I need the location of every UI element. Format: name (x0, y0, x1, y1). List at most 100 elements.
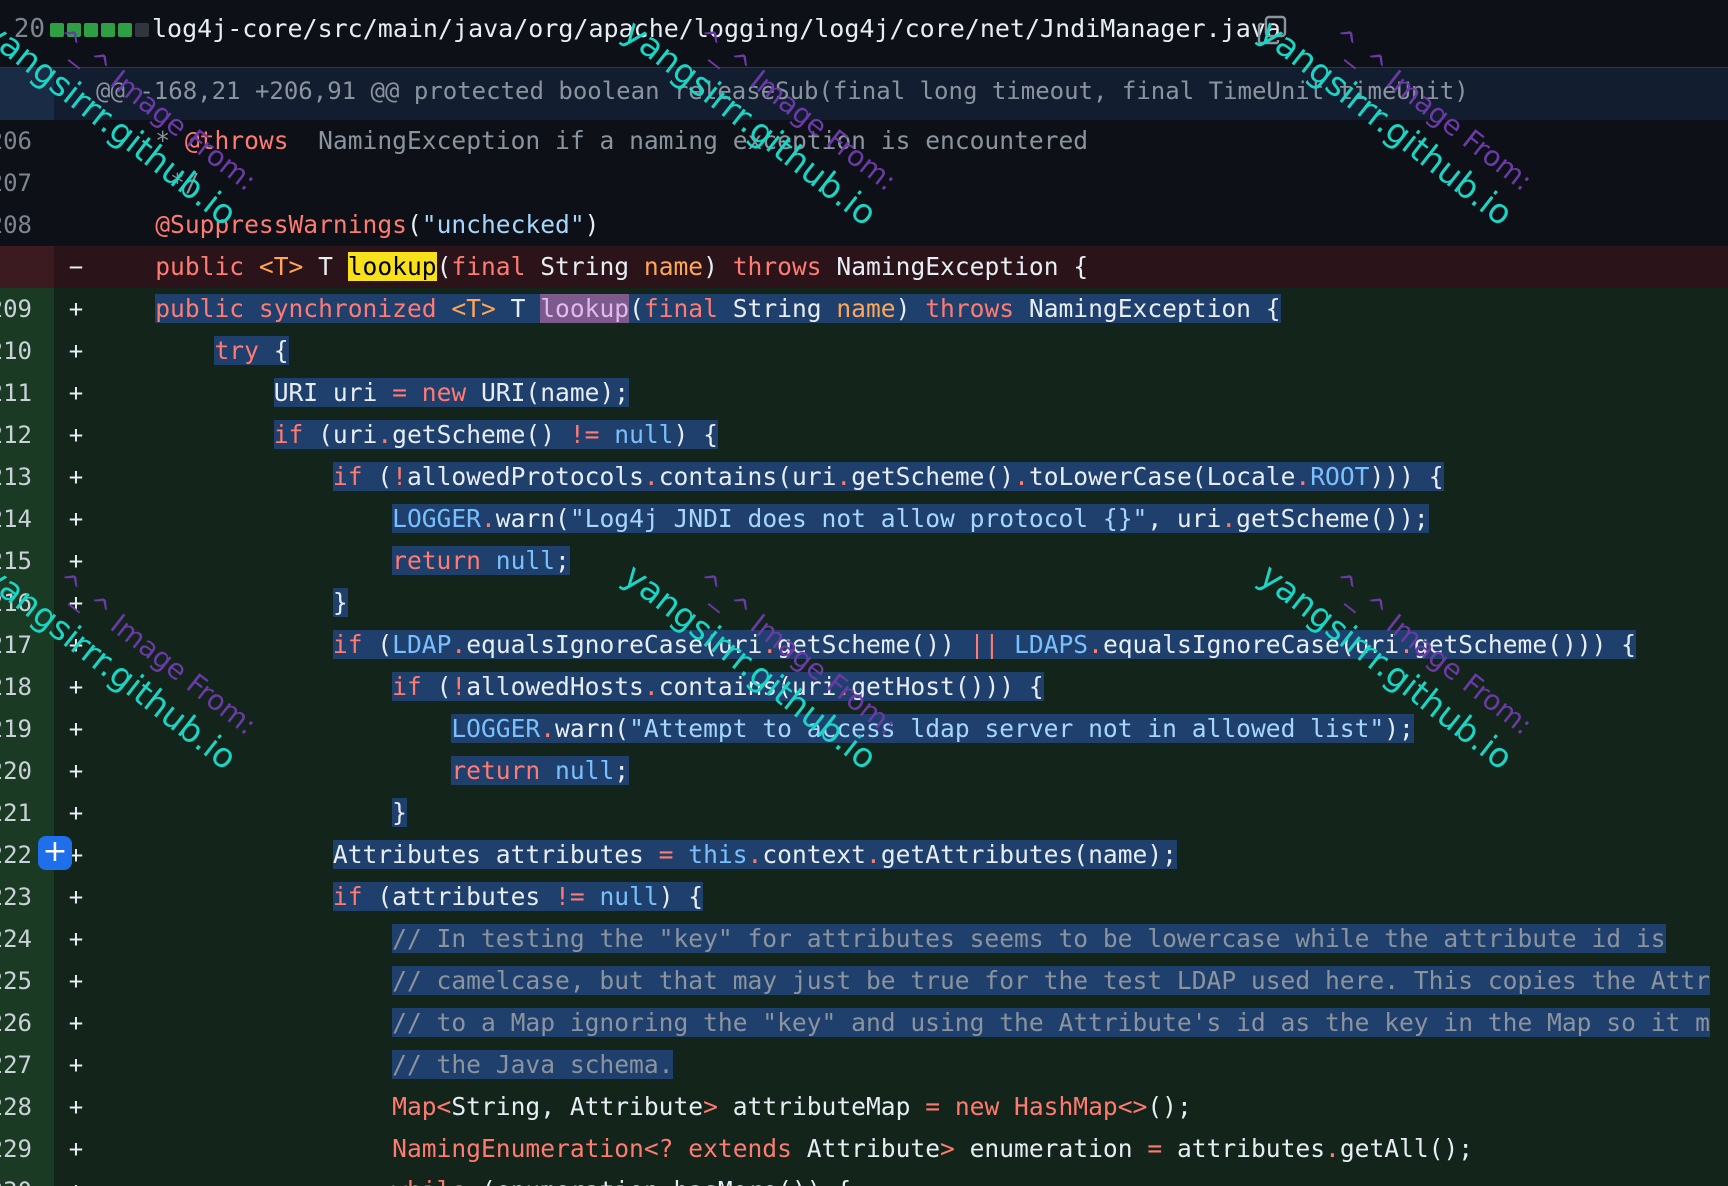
code-token: null (495, 546, 556, 575)
code-token: ); (1384, 714, 1414, 743)
line-number[interactable]: 227 (0, 1044, 54, 1086)
diff-line[interactable]: 230 + while (enumeration.hasMore()) { (0, 1170, 1728, 1186)
diff-line[interactable]: 229 + NamingEnumeration<? extends Attribu… (0, 1128, 1728, 1170)
copy-icon[interactable] (1256, 14, 1288, 46)
code-line: public synchronized <T> T lookup(final S… (96, 288, 1728, 330)
code-content: // the Java schema. (392, 1050, 674, 1079)
diff-line[interactable]: 213+ if (!allowedProtocols.contains(uri.… (0, 456, 1728, 498)
diff-line[interactable]: 219 + LOGGER.warn("Attempt to access ldap… (0, 708, 1728, 750)
line-number[interactable]: 219 (0, 708, 54, 750)
diff-line[interactable]: − public <T> T lookup(final String name)… (0, 246, 1728, 288)
line-number[interactable]: 209 (0, 288, 54, 330)
line-number[interactable]: 212 (0, 414, 54, 456)
diff-line[interactable]: 221 + } (0, 792, 1728, 834)
line-number[interactable] (0, 246, 54, 288)
code-content: if (attributes != null) { (332, 882, 704, 911)
code-token: Attributes attributes (332, 840, 659, 869)
code-line: LOGGER.warn("Log4j JNDI does not allow p… (96, 498, 1728, 540)
diff-line[interactable]: 228 + Map<String, Attribute> attributeMap… (0, 1086, 1728, 1128)
code-token: . (643, 672, 659, 701)
code-line: @SuppressWarnings("unchecked") (96, 204, 1728, 246)
code-token: warn( (495, 504, 570, 533)
line-number[interactable]: 230 (0, 1170, 54, 1186)
hunk-header[interactable]: @@ -168,21 +206,91 @@ protected boolean … (0, 68, 1728, 120)
diff-line[interactable]: 210 + try { (0, 330, 1728, 372)
line-number[interactable]: 214 (0, 498, 54, 540)
code-token: warn( (555, 714, 630, 743)
diff-line[interactable]: 207 */ (0, 162, 1728, 204)
line-number[interactable]: 206 (0, 120, 54, 162)
line-number[interactable]: 220 (0, 750, 54, 792)
code-token: ! (451, 672, 467, 701)
line-number[interactable]: 228 (0, 1086, 54, 1128)
diff-line[interactable]: 216 + } (0, 582, 1728, 624)
diff-line[interactable]: 226 + // to a Map ignoring the "key" and … (0, 1002, 1728, 1044)
code-token: if (392, 672, 437, 701)
code-token: getHost())) { (851, 672, 1044, 701)
line-number[interactable]: 223 (0, 876, 54, 918)
diff-lines: 206 * @throws NamingException if a namin… (0, 120, 1728, 1186)
code-content: NamingEnumeration<? extends Attribute> e… (392, 1134, 1473, 1163)
diff-sign: + (68, 715, 84, 743)
diff-line[interactable]: 227 + // the Java schema. (0, 1044, 1728, 1086)
line-number[interactable]: 225 (0, 960, 54, 1002)
diff-line[interactable]: 214+ LOGGER.warn("Log4j JNDI does not al… (0, 498, 1728, 540)
code-token: throws (925, 294, 1029, 323)
code-token: final (643, 294, 733, 323)
diff-line[interactable]: 222+ Attributes attributes = this.contex… (0, 834, 1728, 876)
diff-line[interactable]: 225 + // camelcase, but that may just be … (0, 960, 1728, 1002)
diff-line[interactable]: 209 + public synchronized <T> T lookup(fi… (0, 288, 1728, 330)
code-line: * @throws NamingException if a naming ex… (96, 120, 1728, 162)
diff-line[interactable]: 206 * @throws NamingException if a namin… (0, 120, 1728, 162)
line-number[interactable]: 226 (0, 1002, 54, 1044)
diffstat-square (135, 23, 149, 37)
line-number[interactable]: 229 (0, 1128, 54, 1170)
code-token: > (940, 1134, 970, 1163)
code-token: ! (392, 462, 407, 491)
diff-line[interactable]: 224 + // In testing the "key" for attribu… (0, 918, 1728, 960)
file-path[interactable]: log4j-core/src/main/java/org/apache/logg… (152, 14, 1281, 43)
line-number[interactable]: 218 (0, 666, 54, 708)
code-token: . (1088, 630, 1103, 659)
diff-line[interactable]: 211 + URI uri = new URI(name); (0, 372, 1728, 414)
code-token: contains(uri (658, 462, 837, 491)
code-token: . (480, 504, 496, 533)
line-number[interactable]: 221 (0, 792, 54, 834)
code-token: (); (1147, 1092, 1192, 1121)
code-token: ) { (658, 882, 704, 911)
diff-sign (64, 204, 88, 246)
line-number[interactable]: 216 (0, 582, 54, 624)
line-number[interactable]: 211 (0, 372, 54, 414)
code-token: . (1325, 1134, 1340, 1163)
line-number[interactable]: 208 (0, 204, 54, 246)
hunk-expand-gutter[interactable] (0, 68, 54, 120)
diff-line[interactable]: 212 + if (uri.getScheme() != null) { (0, 414, 1728, 456)
line-number[interactable]: 215 (0, 540, 54, 582)
line-number[interactable]: 224 (0, 918, 54, 960)
code-token: allowedProtocols (406, 462, 644, 491)
code-token: (uri (318, 420, 378, 449)
line-number[interactable]: 213 (0, 456, 54, 498)
line-number[interactable]: 207 (0, 162, 54, 204)
diff-line[interactable]: 223 + if (attributes != null) { (0, 876, 1728, 918)
diff-line[interactable]: 215 + return null; (0, 540, 1728, 582)
line-number[interactable]: 210 (0, 330, 54, 372)
code-token: Map< (392, 1092, 452, 1121)
line-number[interactable]: 217 (0, 624, 54, 666)
code-token: . (836, 672, 852, 701)
code-token: Attribute (806, 1134, 940, 1163)
diff-line[interactable]: 220 + return null; (0, 750, 1728, 792)
add-comment-button[interactable]: + (38, 836, 72, 870)
code-token: . (747, 840, 763, 869)
code-content: public <T> T lookup(final String name) t… (155, 252, 1088, 281)
code-token: allowedHosts (466, 672, 644, 701)
code-token: NamingException { (1028, 294, 1281, 323)
code-content: * @throws NamingException if a naming ex… (155, 126, 1088, 155)
code-token: while (392, 1176, 481, 1186)
diff-line[interactable]: 208 @SuppressWarnings("unchecked") (0, 204, 1728, 246)
code-token: "Attempt to access ldap server not in al… (629, 714, 1385, 743)
diff-line[interactable]: 217+ if (LDAP.equalsIgnoreCase(uri.getSc… (0, 624, 1728, 666)
diff-line[interactable]: 218+ if (!allowedHosts.contains(uri.getH… (0, 666, 1728, 708)
